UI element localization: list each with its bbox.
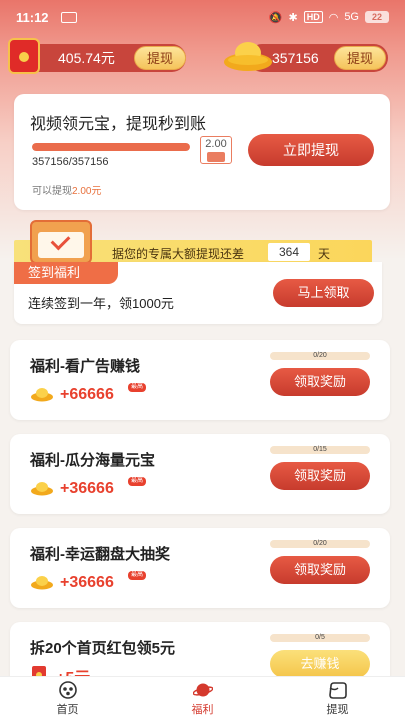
task-title: 福利-幸运翻盘大抽奖 xyxy=(30,546,170,563)
withdraw-progress-bar xyxy=(32,143,190,151)
task-progress: 0/15 xyxy=(270,446,370,454)
calendar-check-icon xyxy=(30,220,92,264)
withdraw-amount: 2.00 xyxy=(205,138,227,150)
nav-welfare[interactable]: 福利 xyxy=(135,677,270,720)
nav-home-label: 首页 xyxy=(56,703,79,716)
home-icon xyxy=(58,680,77,699)
nav-home[interactable]: 首页 xyxy=(0,677,135,720)
ingot-withdraw-button[interactable]: 提现 xyxy=(334,46,387,70)
withdraw-now-button[interactable]: 立即提现 xyxy=(248,134,374,166)
task-card: 福利-看广告赚钱 +66666 最高 0/20 领取奖励 xyxy=(10,340,390,420)
cash-balance: 405.74元 xyxy=(58,50,115,66)
go-earn-button[interactable]: 去赚钱 xyxy=(270,650,370,678)
cash-withdraw-button[interactable]: 提现 xyxy=(134,46,187,70)
checkin-tag: 签到福利 xyxy=(14,262,118,284)
signal-label: 5G xyxy=(344,11,359,23)
task-title: 拆20个首页红包领5元 xyxy=(30,640,176,657)
wifi-icon: ◠ xyxy=(328,11,339,24)
gold-ingot-icon xyxy=(31,388,53,402)
notification-app-icon xyxy=(60,11,77,23)
withdraw-progress-fill xyxy=(32,143,190,151)
claim-now-button[interactable]: 马上领取 xyxy=(273,279,374,307)
mute-icon: 🔕 xyxy=(268,11,283,24)
hd-badge: HD xyxy=(303,11,323,23)
red-envelope-icon xyxy=(8,38,40,74)
task-badge: 最高 xyxy=(128,383,147,392)
task-progress: 0/20 xyxy=(270,540,370,548)
bluetooth-icon: ✱ xyxy=(288,11,298,24)
battery-icon: 22 xyxy=(365,11,389,23)
task-title: 福利-看广告赚钱 xyxy=(30,358,140,375)
task-badge: 最高 xyxy=(128,477,147,486)
task-badge: 最高 xyxy=(128,571,147,580)
task-title: 福利-瓜分海量元宝 xyxy=(30,452,155,469)
days-unit: 天 xyxy=(318,247,331,261)
task-progress: 0/5 xyxy=(270,634,370,642)
gold-ingot-icon xyxy=(31,576,53,590)
days-remaining: 364 xyxy=(268,243,310,261)
checkin-strip-text: 据您的专属大额提现还差 xyxy=(112,247,245,261)
status-time: 11:12 xyxy=(16,9,49,25)
claim-reward-button[interactable]: 领取奖励 xyxy=(270,556,370,584)
withdraw-hint-prefix: 可以提现 xyxy=(32,186,72,197)
withdraw-progress-text: 357156/357156 xyxy=(32,156,109,168)
withdraw-hint: 可以提现2.00元 xyxy=(32,182,101,197)
withdraw-wallet-icon xyxy=(328,681,347,699)
checkin-card: 签到福利 连续签到一年，领1000元 马上领取 xyxy=(14,262,382,324)
gold-ingot-icon xyxy=(224,42,272,71)
task-card: 福利-幸运翻盘大抽奖 +36666 最高 0/20 领取奖励 xyxy=(10,528,390,608)
task-reward: +66666 xyxy=(60,386,114,403)
claim-reward-button[interactable]: 领取奖励 xyxy=(270,368,370,396)
bottom-nav: 首页 福利 提现 xyxy=(0,676,405,720)
welfare-planet-icon xyxy=(192,683,213,696)
task-reward: +36666 xyxy=(60,574,114,591)
withdraw-card: 视频领元宝，提现秒到账 357156/357156 2.00 可以提现2.00元… xyxy=(14,94,390,210)
nav-withdraw[interactable]: 提现 xyxy=(270,677,405,720)
withdraw-amount-box: 2.00 xyxy=(200,136,232,164)
status-right: 🔕 ✱ HD ◠ 5G 22 xyxy=(269,11,389,24)
status-bar: 11:12 🔕 ✱ HD ◠ 5G 22 xyxy=(0,0,405,34)
ingot-balance: 357156 xyxy=(272,50,319,66)
checkin-desc: 连续签到一年，领1000元 xyxy=(28,296,174,311)
task-progress: 0/20 xyxy=(270,352,370,360)
task-card: 福利-瓜分海量元宝 +36666 最高 0/15 领取奖励 xyxy=(10,434,390,514)
claim-reward-button[interactable]: 领取奖励 xyxy=(270,462,370,490)
nav-withdraw-label: 提现 xyxy=(326,703,349,716)
withdraw-card-title: 视频领元宝，提现秒到账 xyxy=(30,116,207,133)
nav-welfare-label: 福利 xyxy=(191,703,214,716)
gold-ingot-icon xyxy=(31,482,53,496)
withdraw-hint-amount: 2.00元 xyxy=(72,186,102,197)
wechat-icon xyxy=(207,152,225,162)
task-reward: +36666 xyxy=(60,480,114,497)
